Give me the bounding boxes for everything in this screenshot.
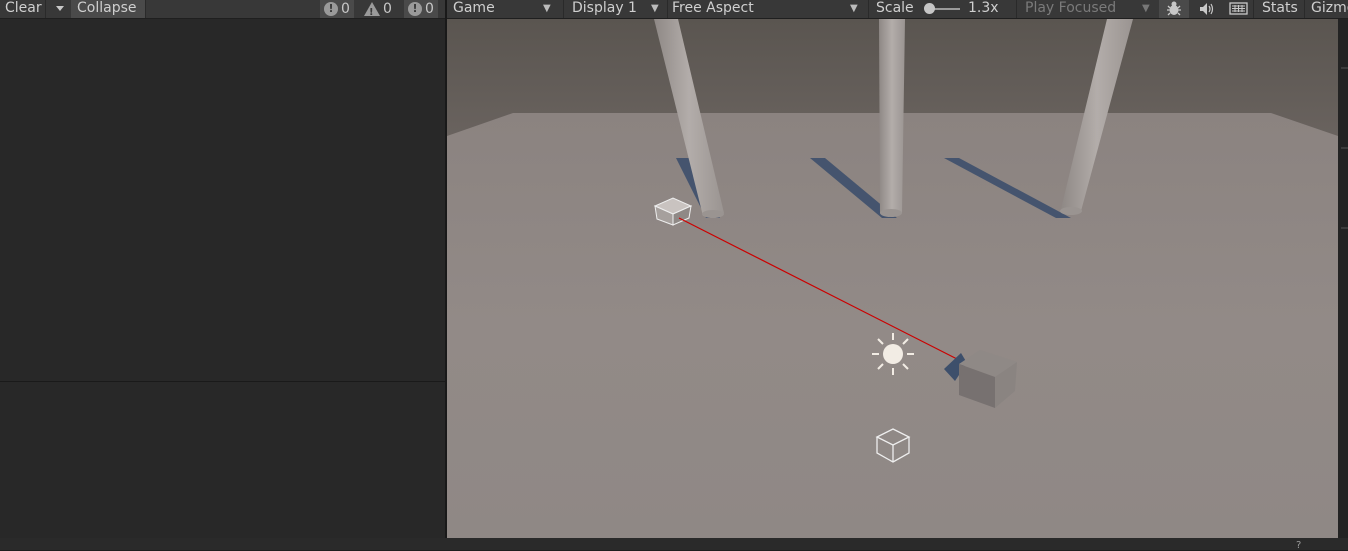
aspect-dropdown[interactable]: Free Aspect [672, 0, 754, 18]
keyboard-toggle[interactable] [1223, 0, 1253, 18]
chevron-down-icon: ▼ [543, 3, 551, 14]
keyboard-icon [1229, 2, 1248, 15]
toolbar-separator [1253, 0, 1254, 18]
sun-icon[interactable] [872, 333, 914, 375]
chevron-down-icon: ▼ [850, 3, 858, 14]
error-toggle[interactable]: ! 0 [404, 0, 438, 18]
bug-icon [1167, 1, 1181, 16]
warning-icon: ! [364, 2, 380, 18]
log-count: 0 [341, 0, 350, 17]
status-bar: ? [0, 538, 1348, 551]
toolbar-separator [1304, 0, 1305, 18]
play-focused-dropdown[interactable]: Play Focused [1025, 0, 1116, 18]
console-panel: Clear Collapse ! 0 ! 0 ! 0 [0, 0, 445, 538]
scroll-marker [1341, 67, 1348, 69]
collapse-button[interactable]: Collapse [71, 0, 146, 18]
game-view-dropdown[interactable]: Game [453, 0, 495, 18]
game-viewport[interactable] [447, 19, 1338, 538]
viewport-scrollbar[interactable] [1338, 19, 1348, 538]
scale-label: Scale [876, 0, 914, 16]
game-scene [447, 19, 1338, 538]
scroll-marker [1341, 147, 1348, 149]
toolbar-separator [1016, 0, 1017, 18]
error-icon: ! [408, 2, 422, 16]
console-detail-area[interactable] [0, 382, 445, 538]
game-toolbar: Game ▼ Display 1 ▼ Free Aspect ▼ Scale 1… [447, 0, 1348, 19]
stats-button[interactable]: Stats [1262, 0, 1298, 18]
console-toolbar: Clear Collapse ! 0 ! 0 ! 0 [0, 0, 445, 19]
scale-value: 1.3x [968, 0, 999, 16]
clear-button[interactable]: Clear [0, 0, 46, 18]
play-mode-label: Play Focused [1025, 0, 1117, 16]
aspect-label: Free Aspect [672, 0, 754, 16]
chevron-down-icon [56, 6, 64, 11]
chevron-down-icon: ▼ [651, 3, 659, 14]
mute-audio-toggle[interactable] [1159, 0, 1189, 18]
toolbar-separator [667, 0, 668, 18]
game-view-label: Game [453, 0, 495, 16]
warning-count: 0 [383, 0, 392, 17]
scroll-marker [1341, 227, 1348, 229]
status-icon: ? [1296, 540, 1302, 551]
chevron-down-icon: ▼ [1142, 3, 1150, 14]
audio-toggle[interactable] [1192, 0, 1220, 18]
info-icon: ! [324, 2, 338, 16]
pillar-base [702, 210, 724, 218]
log-toggle[interactable]: ! 0 [320, 0, 354, 18]
toolbar-separator [868, 0, 869, 18]
pillar-base [1060, 207, 1082, 215]
error-count: 0 [425, 0, 434, 17]
console-log-list[interactable] [0, 19, 445, 381]
speaker-icon [1200, 3, 1214, 15]
toolbar-separator [563, 0, 564, 18]
pillar [879, 19, 905, 213]
pillar-base [880, 209, 902, 217]
clear-options-dropdown[interactable] [52, 0, 68, 18]
scale-slider-thumb[interactable] [924, 3, 935, 14]
display-dropdown[interactable]: Display 1 [572, 0, 637, 18]
warning-toggle[interactable]: ! 0 [364, 0, 392, 18]
display-label: Display 1 [572, 0, 637, 16]
gizmos-button[interactable]: Gizmos [1311, 0, 1348, 18]
